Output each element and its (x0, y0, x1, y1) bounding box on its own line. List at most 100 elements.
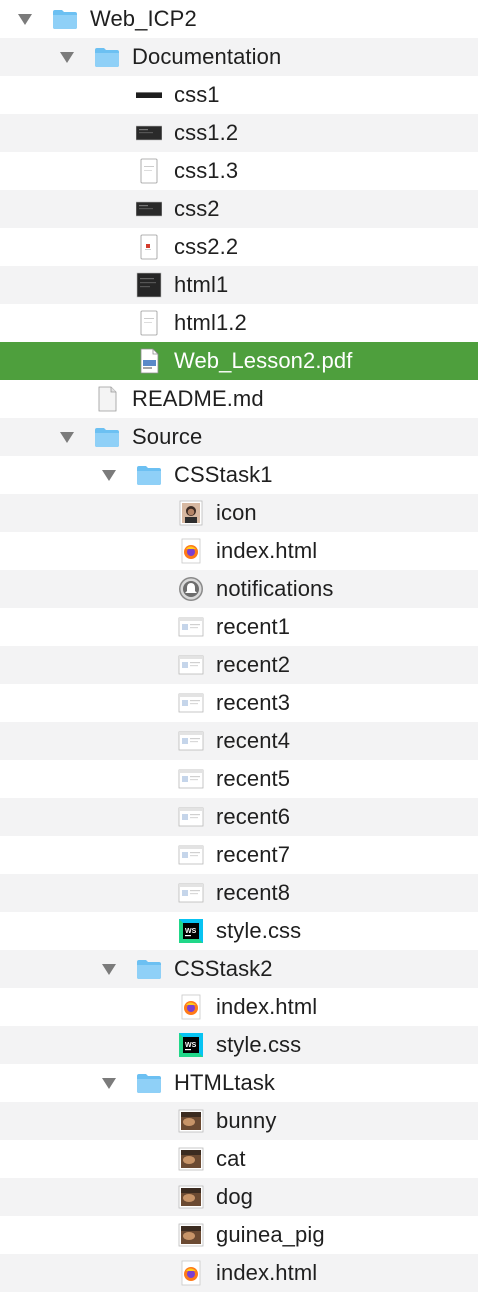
file-row[interactable]: recent7 (0, 836, 478, 874)
file-tree: Web_ICP2 Documentation css1 css1.2 css1.3 css… (0, 0, 478, 1292)
item-name: notifications (216, 576, 334, 601)
file-row[interactable]: recent1 (0, 608, 478, 646)
disclosure-triangle-icon[interactable] (102, 470, 116, 481)
window-screenshot-icon (178, 769, 204, 789)
folder-row[interactable]: Source (0, 418, 478, 456)
item-name: css1.3 (174, 158, 239, 183)
folder-icon (137, 1074, 161, 1093)
item-name: css1.2 (174, 120, 239, 145)
firefox-icon (181, 1260, 201, 1286)
file-row[interactable]: css1.3 (0, 152, 478, 190)
file-row[interactable]: icon (0, 494, 478, 532)
item-name: HTMLtask (174, 1070, 276, 1095)
item-name: index.html (216, 538, 318, 563)
item-name: css2.2 (174, 234, 239, 259)
photo-icon (178, 1185, 204, 1209)
item-name: icon (216, 500, 257, 525)
item-name: css2 (174, 196, 220, 221)
file-row[interactable]: WS style.css (0, 912, 478, 950)
firefox-icon (181, 538, 201, 564)
window-screenshot-icon (178, 655, 204, 675)
item-name: README.md (132, 386, 264, 411)
file-row[interactable]: WS style.css (0, 1026, 478, 1064)
item-name: index.html (216, 994, 318, 1019)
file-row[interactable]: recent2 (0, 646, 478, 684)
svg-text:WS: WS (185, 1042, 197, 1049)
disclosure-triangle-icon[interactable] (18, 14, 32, 25)
folder-row[interactable]: CSStask2 (0, 950, 478, 988)
photo-icon (178, 1223, 204, 1247)
folder-row[interactable]: CSStask1 (0, 456, 478, 494)
file-row[interactable]: html1 (0, 266, 478, 304)
folder-icon (137, 960, 161, 979)
item-name: style.css (216, 918, 302, 943)
folder-icon (95, 48, 119, 67)
disclosure-triangle-icon[interactable] (60, 52, 74, 63)
item-name: Web_Lesson2.pdf (174, 348, 353, 373)
file-row[interactable]: html1.2 (0, 304, 478, 342)
file-row[interactable]: css1.2 (0, 114, 478, 152)
file-row[interactable]: notifications (0, 570, 478, 608)
file-row[interactable]: css1 (0, 76, 478, 114)
file-row[interactable]: recent4 (0, 722, 478, 760)
file-row[interactable]: index.html (0, 1254, 478, 1292)
file-row[interactable]: recent8 (0, 874, 478, 912)
file-row[interactable]: bunny (0, 1102, 478, 1140)
item-name: recent7 (216, 842, 291, 867)
file-row[interactable]: Web_Lesson2.pdf (0, 342, 478, 380)
folder-row[interactable]: HTMLtask (0, 1064, 478, 1102)
item-name: Documentation (132, 44, 282, 69)
item-name: cat (216, 1146, 246, 1171)
disclosure-triangle-icon[interactable] (102, 1078, 116, 1089)
file-row[interactable]: recent5 (0, 760, 478, 798)
file-row[interactable]: recent6 (0, 798, 478, 836)
item-name: html1.2 (174, 310, 247, 335)
window-screenshot-icon (178, 845, 204, 865)
window-screenshot-icon (178, 807, 204, 827)
photo-icon (178, 1147, 204, 1171)
folder-row[interactable]: Documentation (0, 38, 478, 76)
window-screenshot-icon (178, 883, 204, 903)
file-row[interactable]: css2.2 (0, 228, 478, 266)
file-row[interactable]: css2 (0, 190, 478, 228)
notification-bell-icon (179, 577, 203, 601)
file-row[interactable]: dog (0, 1178, 478, 1216)
item-name: Source (132, 424, 203, 449)
item-name: dog (216, 1184, 254, 1209)
document-icon (98, 386, 117, 412)
item-name: style.css (216, 1032, 302, 1057)
screenshot-portrait-red-icon (140, 234, 158, 260)
file-row[interactable]: cat (0, 1140, 478, 1178)
disclosure-triangle-icon[interactable] (60, 432, 74, 443)
firefox-icon (181, 994, 201, 1020)
file-row[interactable]: index.html (0, 988, 478, 1026)
item-name: index.html (216, 1260, 318, 1285)
file-row[interactable]: guinea_pig (0, 1216, 478, 1254)
item-name: bunny (216, 1108, 277, 1133)
webstorm-icon: WS (179, 919, 203, 943)
disclosure-triangle-icon[interactable] (102, 964, 116, 975)
screenshot-portrait-icon (140, 158, 158, 184)
item-name: html1 (174, 272, 229, 297)
item-name: Web_ICP2 (90, 6, 197, 31)
window-screenshot-icon (178, 617, 204, 637)
window-screenshot-icon (178, 731, 204, 751)
file-row[interactable]: README.md (0, 380, 478, 418)
pdf-icon (140, 348, 159, 374)
screenshot-dark-square-icon (136, 272, 162, 298)
screenshot-dark-icon (136, 125, 162, 141)
item-name: recent2 (216, 652, 291, 677)
item-name: recent4 (216, 728, 291, 753)
item-name: CSStask1 (174, 462, 273, 487)
webstorm-icon: WS (179, 1033, 203, 1057)
folder-icon (95, 428, 119, 447)
file-row[interactable]: index.html (0, 532, 478, 570)
folder-icon (137, 466, 161, 485)
item-name: recent8 (216, 880, 291, 905)
item-name: recent3 (216, 690, 291, 715)
file-row[interactable]: recent3 (0, 684, 478, 722)
folder-row[interactable]: Web_ICP2 (0, 0, 478, 38)
item-name: recent1 (216, 614, 291, 639)
screenshot-portrait-icon (140, 310, 158, 336)
folder-icon (53, 10, 77, 29)
